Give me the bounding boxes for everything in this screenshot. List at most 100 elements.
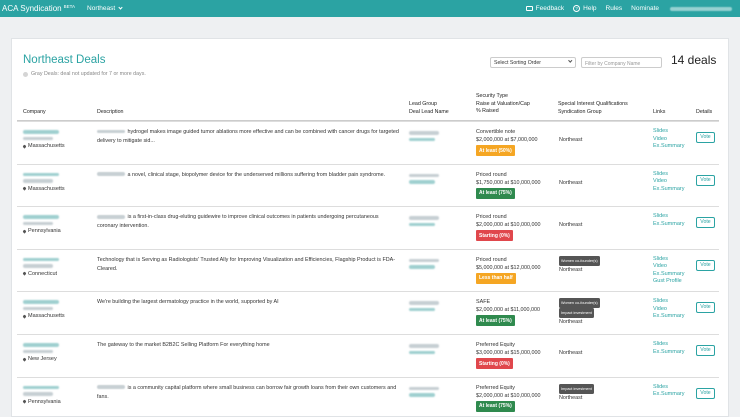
vote-button[interactable]: Vote	[696, 387, 715, 399]
deal-lead-link[interactable]	[409, 393, 435, 397]
company-location: Connecticut	[22, 271, 91, 277]
link-slides[interactable]: Slides	[653, 341, 684, 349]
description-cell: is a community capital platform where sm…	[97, 384, 399, 402]
description-cell: Technology that is Serving as Radiologis…	[97, 256, 399, 274]
link-video[interactable]: Video	[653, 136, 684, 144]
special-interest-cell: Impact investment Northeast	[559, 383, 594, 402]
company-cell: New Jersey	[22, 343, 91, 362]
status-badge: Starting (0%)	[476, 358, 513, 369]
vote-button[interactable]: Vote	[696, 174, 715, 186]
link-ex-summary[interactable]: Ex.Summary	[653, 271, 684, 279]
security-type: Convertible note	[476, 129, 516, 135]
description-cell: We're building the largest dermatology p…	[97, 298, 399, 307]
link-video[interactable]: Video	[653, 306, 684, 314]
rules-link[interactable]: Rules	[606, 5, 623, 12]
description-text: Technology that is Serving as Radiologis…	[97, 256, 396, 272]
vote-button[interactable]: Vote	[696, 302, 715, 314]
location-pin-icon	[22, 356, 27, 362]
top-navbar: ACA Syndication BETA Northeast Feedback ?…	[0, 0, 740, 17]
company-name-link[interactable]	[23, 130, 59, 134]
region-dropdown[interactable]: Northeast	[87, 5, 123, 12]
link-slides[interactable]: Slides	[653, 171, 684, 179]
company-cell: Massachusetts	[22, 172, 91, 192]
deal-lead-link[interactable]	[409, 307, 435, 312]
col-security: Security Type Raise at Valuation/Cap% Rai…	[476, 93, 530, 114]
description-text: The gateway to the market B2B2C Selling …	[97, 342, 270, 348]
qualification-tag: Impact investment	[559, 308, 594, 319]
app-brand[interactable]: ACA Syndication BETA	[2, 4, 75, 13]
lead-group-cell	[409, 131, 439, 141]
tag-wrap: Women co-founder(s)	[559, 255, 600, 266]
vote-button[interactable]: Vote	[696, 217, 715, 229]
link-ex-summary[interactable]: Ex.Summary	[653, 391, 684, 399]
syndication-group: Northeast	[559, 319, 583, 326]
link-slides[interactable]: Slides	[653, 128, 684, 136]
company-subtitle	[23, 349, 53, 353]
company-location: Pennsylvania	[22, 228, 91, 234]
company-name-link[interactable]	[23, 385, 59, 390]
feedback-icon	[525, 6, 533, 11]
location-text: New Jersey	[28, 356, 57, 362]
help-link[interactable]: ? Help	[573, 5, 597, 12]
link-gust-profile[interactable]: Gust Profile	[653, 278, 684, 286]
vote-button[interactable]: Vote	[696, 132, 715, 143]
link-ex-summary[interactable]: Ex.Summary	[653, 349, 684, 357]
nominate-link[interactable]: Nominate	[631, 5, 659, 12]
security-type: Priced round	[476, 214, 507, 221]
link-slides[interactable]: Slides	[653, 298, 684, 306]
lead-group-cell	[409, 301, 439, 312]
security-cell: Preferred Equity $3,000,000 at $15,000,00…	[476, 341, 540, 369]
company-subtitle	[23, 179, 53, 183]
deal-lead-link[interactable]	[409, 350, 435, 354]
raise-valuation: $2,000,000 at $10,000,000	[476, 222, 541, 229]
link-ex-summary[interactable]: Ex.Summary	[653, 221, 684, 229]
deal-lead-link[interactable]	[409, 180, 435, 184]
raise-valuation: $1,750,000 at $10,000,000	[476, 179, 541, 186]
location-pin-icon	[22, 314, 27, 319]
company-subtitle	[23, 306, 53, 311]
deal-lead-link[interactable]	[409, 265, 435, 269]
vote-button[interactable]: Vote	[696, 345, 715, 356]
company-filter-input[interactable]: Filter by Company Name	[581, 57, 662, 68]
qualification-tag: Impact investment	[559, 383, 594, 394]
vote-button[interactable]: Vote	[696, 259, 715, 271]
link-ex-summary[interactable]: Ex.Summary	[653, 186, 684, 194]
table-row: Massachusetts hydrogel makes image guide…	[17, 121, 719, 164]
sort-order-select[interactable]: Select Sorting Order	[490, 57, 576, 68]
link-ex-summary[interactable]: Ex.Summary	[653, 313, 684, 321]
links-cell: Slides Video Ex.Summary	[653, 128, 684, 151]
description-cell: The gateway to the market B2B2C Selling …	[97, 341, 399, 350]
lead-group-cell	[409, 216, 439, 227]
link-ex-summary[interactable]: Ex.Summary	[653, 143, 684, 151]
link-slides[interactable]: Slides	[653, 384, 684, 392]
col-company: Company	[23, 109, 46, 115]
redacted-company-name	[97, 129, 125, 134]
table-row: Connecticut Technology that is Serving a…	[17, 248, 719, 292]
link-slides[interactable]: Slides	[653, 213, 684, 221]
company-name-link[interactable]	[23, 215, 59, 219]
raise-valuation: $5,000,000 at $12,000,000	[476, 264, 541, 271]
tag-wrap: Impact investment	[559, 383, 594, 394]
location-text: Massachusetts	[28, 143, 65, 149]
company-name-link[interactable]	[23, 343, 59, 347]
col-lead-group: Lead Group Deal Lead Name	[409, 101, 449, 115]
company-name-link[interactable]	[23, 257, 59, 262]
location-pin-icon	[22, 271, 27, 276]
tag-wrap: Impact investment	[559, 308, 600, 319]
feedback-link[interactable]: Feedback	[525, 5, 564, 12]
link-video[interactable]: Video	[653, 178, 684, 186]
user-menu[interactable]	[670, 6, 732, 11]
security-type: Priced round	[476, 171, 507, 178]
link-slides[interactable]: Slides	[653, 256, 684, 264]
security-cell: Priced round $5,000,000 at $12,000,000 Les…	[476, 256, 540, 284]
security-cell: SAFE $2,000,000 at $11,000,000 At least (7…	[476, 298, 540, 327]
company-name-link[interactable]	[23, 300, 59, 304]
table-row: Massachusetts We're building the largest…	[17, 291, 719, 334]
company-name-link[interactable]	[23, 172, 59, 177]
security-type: Preferred Equity	[476, 342, 515, 348]
deal-lead-link[interactable]	[409, 137, 435, 141]
company-subtitle	[23, 221, 53, 226]
links-cell: Slides Ex.Summary	[653, 341, 684, 356]
deal-lead-link[interactable]	[409, 222, 435, 227]
link-video[interactable]: Video	[653, 263, 684, 271]
